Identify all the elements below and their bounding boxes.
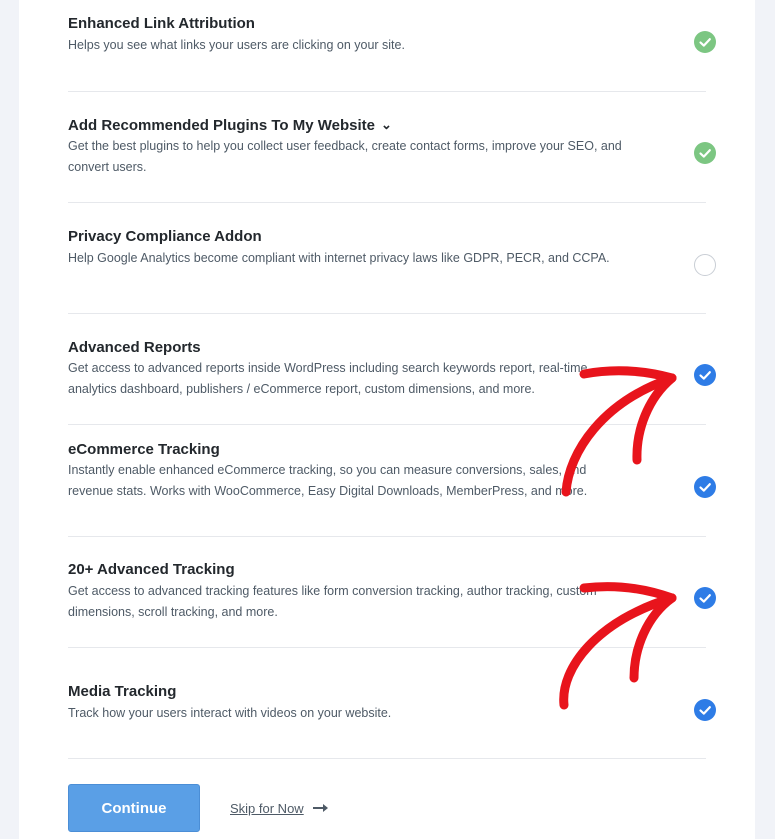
- feature-title[interactable]: Add Recommended Plugins To My Website ⌄: [68, 117, 392, 134]
- feature-description: Get access to advanced tracking features…: [68, 584, 597, 619]
- feature-toggle-checked[interactable]: [694, 364, 716, 386]
- feature-description: Track how your users interact with video…: [68, 706, 392, 720]
- checkmark-icon: [699, 706, 711, 715]
- feature-toggle-checked[interactable]: [694, 142, 716, 164]
- feature-row-recommended-plugins: Add Recommended Plugins To My Website ⌄ G…: [68, 92, 716, 203]
- continue-button[interactable]: Continue: [68, 784, 200, 832]
- feature-title: 20+ Advanced Tracking: [68, 561, 235, 578]
- feature-row-ecommerce-tracking: eCommerce Tracking Instantly enable enha…: [68, 425, 716, 537]
- feature-row-advanced-reports: Advanced Reports Get access to advanced …: [68, 314, 716, 425]
- feature-row-enhanced-link-attribution: Enhanced Link Attribution Helps you see …: [68, 0, 716, 92]
- feature-title: Advanced Reports: [68, 339, 201, 356]
- feature-title: Enhanced Link Attribution: [68, 15, 255, 32]
- feature-title-text: Add Recommended Plugins To My Website: [68, 117, 375, 134]
- feature-toggle-checked[interactable]: [694, 31, 716, 53]
- chevron-down-icon[interactable]: ⌄: [381, 117, 392, 133]
- feature-toggle-unchecked[interactable]: [694, 254, 716, 276]
- settings-card: Enhanced Link Attribution Helps you see …: [19, 0, 755, 839]
- feature-description: Get the best plugins to help you collect…: [68, 139, 622, 174]
- checkmark-icon: [699, 149, 711, 158]
- checkmark-icon: [699, 38, 711, 47]
- checkmark-icon: [699, 371, 711, 380]
- feature-description: Help Google Analytics become compliant w…: [68, 251, 610, 265]
- feature-row-privacy-compliance: Privacy Compliance Addon Help Google Ana…: [68, 203, 716, 314]
- feature-title: Media Tracking: [68, 683, 177, 700]
- feature-title: Privacy Compliance Addon: [68, 228, 262, 245]
- feature-toggle-checked[interactable]: [694, 699, 716, 721]
- checkmark-icon: [699, 594, 711, 603]
- feature-description: Helps you see what links your users are …: [68, 38, 405, 52]
- skip-for-now-link[interactable]: Skip for Now: [230, 801, 304, 816]
- feature-title: eCommerce Tracking: [68, 441, 220, 458]
- feature-toggle-checked[interactable]: [694, 587, 716, 609]
- arrow-right-icon[interactable]: [313, 803, 329, 813]
- feature-row-advanced-tracking: 20+ Advanced Tracking Get access to adva…: [68, 537, 716, 648]
- feature-description: Get access to advanced reports inside Wo…: [68, 361, 588, 396]
- feature-description: Instantly enable enhanced eCommerce trac…: [68, 463, 588, 498]
- checkmark-icon: [699, 483, 711, 492]
- feature-row-media-tracking: Media Tracking Track how your users inte…: [68, 648, 716, 759]
- feature-toggle-checked[interactable]: [694, 476, 716, 498]
